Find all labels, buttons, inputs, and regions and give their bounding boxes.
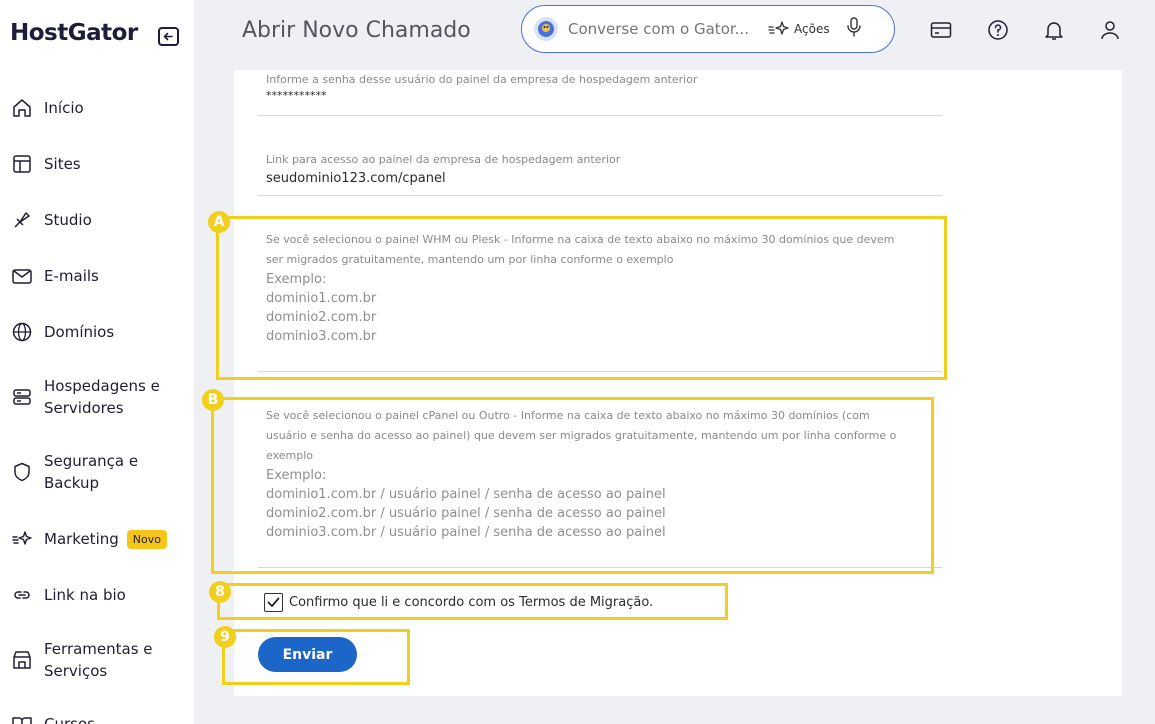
sidebar-item-dominios[interactable]: Domínios: [10, 320, 190, 344]
bell-icon[interactable]: [1042, 18, 1066, 42]
annotation-marker-a: A: [208, 211, 230, 233]
link-icon: [10, 583, 34, 607]
sidebar-item-label: Link na bio: [44, 586, 126, 604]
sidebar: HostGator Início Sites Studio E-mails Do…: [0, 0, 194, 724]
annotation-marker-9: 9: [214, 626, 236, 648]
sidebar-item-studio[interactable]: Studio: [10, 208, 190, 232]
sidebar-item-label: Hospedagens e Servidores: [44, 377, 160, 417]
field-value[interactable]: seudominio123.com/cpanel: [266, 170, 942, 188]
sidebar-item-label: Segurança e Backup: [44, 452, 139, 492]
highlight-box-a: [216, 216, 947, 380]
field-value[interactable]: ***********: [266, 90, 942, 102]
shield-icon: [10, 460, 34, 484]
field-label: Informe a senha desse usuário do painel …: [266, 73, 698, 86]
globe-icon: [10, 320, 34, 344]
highlight-box-b: [211, 397, 934, 574]
help-icon[interactable]: [986, 18, 1010, 42]
sidebar-item-hospedagens[interactable]: Hospedagens e Servidores: [10, 375, 190, 419]
home-icon: [10, 96, 34, 120]
annotation-marker-8: 8: [209, 581, 231, 603]
store-icon: [10, 648, 34, 672]
sidebar-item-label: Cursos: [44, 715, 95, 724]
sidebar-item-link-na-bio[interactable]: Link na bio: [10, 583, 190, 607]
microphone-icon[interactable]: [846, 17, 862, 41]
sparkle-icon: [10, 527, 34, 551]
sidebar-item-label: E-mails: [44, 267, 99, 285]
page-title: Abrir Novo Chamado: [242, 18, 471, 43]
new-badge: Novo: [126, 529, 167, 549]
sidebar-item-label: Ferramentas e Serviços: [44, 640, 153, 680]
collapse-sidebar-icon[interactable]: [158, 27, 179, 46]
layout-icon: [10, 152, 34, 176]
previous-host-panel-link-field[interactable]: Link para acesso ao painel da empresa de…: [258, 150, 942, 196]
mail-icon: [10, 264, 34, 288]
gator-avatar-icon: [534, 17, 558, 41]
sidebar-item-label: Domínios: [44, 323, 115, 341]
sidebar-item-seguranca[interactable]: Segurança e Backup: [10, 450, 190, 494]
sidebar-item-cursos[interactable]: Cursos: [10, 712, 190, 724]
book-icon: [10, 712, 34, 724]
sidebar-item-emails[interactable]: E-mails: [10, 264, 190, 288]
sidebar-item-label: Início: [44, 99, 84, 117]
sidebar-item-marketing[interactable]: Marketing Novo: [10, 527, 190, 551]
annotation-marker-b: B: [202, 389, 224, 411]
search-input[interactable]: [568, 20, 758, 38]
previous-host-password-field[interactable]: Informe a senha desse usuário do painel …: [258, 70, 942, 116]
actions-label: Ações: [794, 22, 830, 36]
field-label: Link para acesso ao painel da empresa de…: [266, 153, 621, 166]
sparkle-icon: [768, 21, 789, 35]
gator-chat-search[interactable]: Ações: [521, 5, 895, 53]
hostgator-logo[interactable]: HostGator: [10, 20, 138, 46]
sidebar-item-sites[interactable]: Sites: [10, 152, 190, 176]
sidebar-item-label: Sites: [44, 155, 81, 173]
brush-icon: [10, 208, 34, 232]
sidebar-item-label: Studio: [44, 211, 92, 229]
actions-button[interactable]: Ações: [768, 20, 830, 38]
server-icon: [10, 385, 34, 409]
highlight-box-8: [217, 583, 728, 620]
user-icon[interactable]: [1098, 18, 1122, 42]
highlight-box-9: [222, 629, 410, 685]
sidebar-item-inicio[interactable]: Início: [10, 96, 190, 120]
sidebar-item-ferramentas[interactable]: Ferramentas e Serviços: [10, 638, 190, 682]
billing-card-icon[interactable]: [929, 18, 953, 42]
sidebar-item-label: Marketing: [44, 530, 119, 548]
